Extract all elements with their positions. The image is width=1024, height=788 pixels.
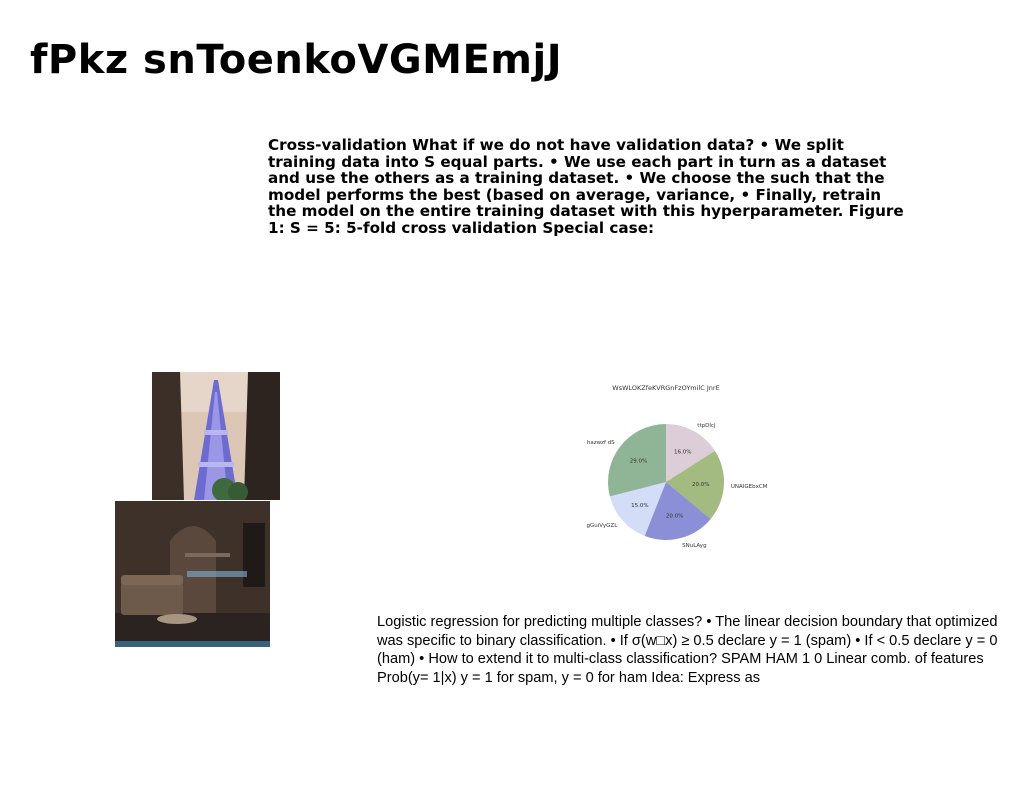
photo-room (115, 501, 270, 647)
text-block-cross-validation: Cross-validation What if we do not have … (268, 136, 904, 237)
tower-image (152, 372, 280, 500)
pie-category-label-0: ttpDlcj (697, 423, 716, 429)
pie-category-label-4: hazwzf dS (587, 440, 615, 446)
pie-chart: WsWLOKZfeKVRGnFzOYmilC JnrE 16.0% ttpDlcj… (578, 380, 778, 575)
pie-pct-label-2: 20.0% (666, 514, 683, 520)
pie-pct-label-0: 16.0% (674, 450, 691, 456)
pie-category-label-2: SNuLAyg (682, 543, 706, 549)
pie-category-label-1: UNAIGEbxCM (731, 484, 768, 490)
chart-title: WsWLOKZfeKVRGnFzOYmilC JnrE (612, 384, 719, 392)
room-image (115, 501, 270, 647)
photo-tower (152, 372, 280, 500)
pie-chart-svg: WsWLOKZfeKVRGnFzOYmilC JnrE 16.0% ttpDlcj… (587, 384, 768, 549)
pie-pct-label-3: 15.0% (631, 503, 648, 509)
pie-pct-label-1: 20.0% (692, 482, 709, 488)
page-title: fPkz snToenkoVGMEmjJ (30, 37, 563, 83)
text-block-logistic-regression: Logistic regression for predicting multi… (377, 614, 998, 686)
pie-pct-label-4: 29.0% (630, 459, 647, 465)
pie-category-label-3: gGuiVyGZL (587, 523, 619, 529)
